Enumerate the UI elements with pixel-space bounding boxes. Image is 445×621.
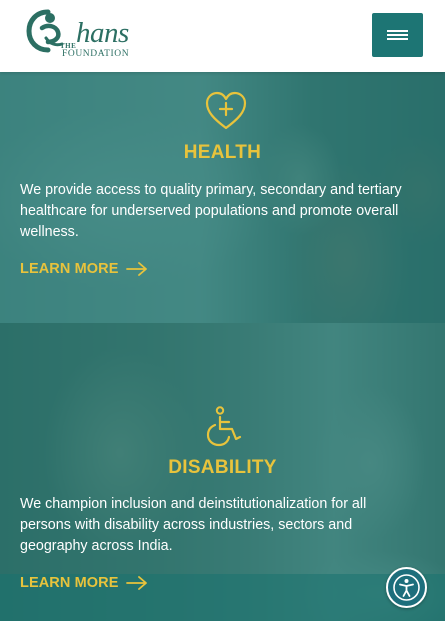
wheelchair-icon xyxy=(206,406,242,447)
health-section: HEALTH We provide access to quality prim… xyxy=(0,60,445,323)
heart-plus-icon xyxy=(205,91,247,130)
hans-foundation-logo[interactable]: THE hans FOUNDATION xyxy=(26,8,142,60)
arrow-right-icon xyxy=(126,262,148,276)
logo-wordmark: hans xyxy=(76,17,129,49)
accessibility-person-icon xyxy=(393,574,420,601)
arrow-right-icon xyxy=(126,576,148,590)
health-title: HEALTH xyxy=(183,142,262,163)
accessibility-button[interactable] xyxy=(386,567,427,608)
health-learn-more-link[interactable]: LEARN MORE xyxy=(20,261,148,277)
disability-section: DISABILITY We champion inclusion and dei… xyxy=(0,323,445,621)
hamburger-menu-icon xyxy=(387,30,408,32)
menu-button[interactable] xyxy=(372,13,423,57)
disability-title: DISABILITY xyxy=(168,457,277,478)
learn-more-label: LEARN MORE xyxy=(20,575,119,591)
logo-foundation-text: FOUNDATION xyxy=(62,49,130,59)
disability-learn-more-link[interactable]: LEARN MORE xyxy=(20,575,148,591)
health-description: We provide access to quality primary, se… xyxy=(20,182,402,240)
site-header: THE hans FOUNDATION xyxy=(0,0,445,72)
learn-more-label: LEARN MORE xyxy=(20,261,119,277)
disability-description: We champion inclusion and deinstitutiona… xyxy=(20,496,367,554)
